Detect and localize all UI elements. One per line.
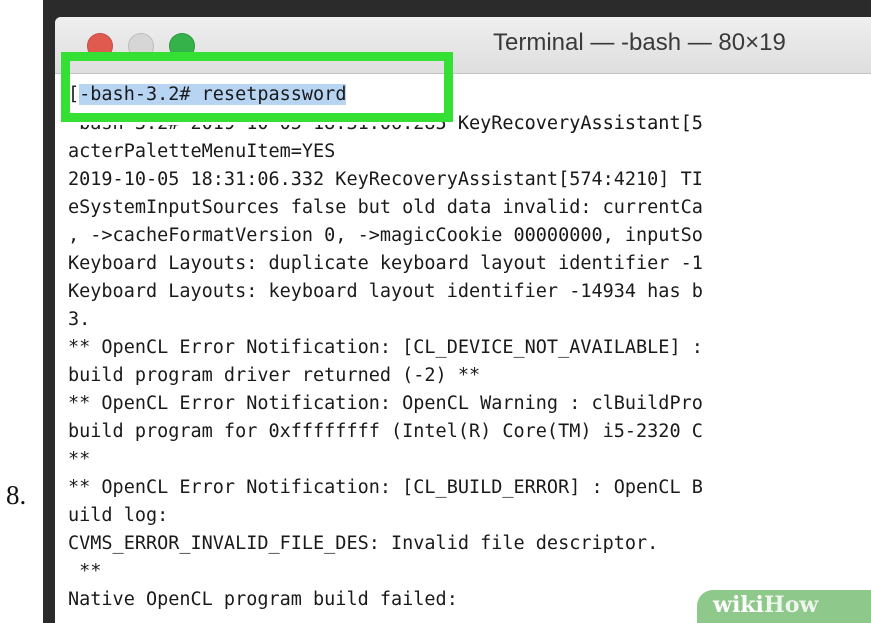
- watermark-part-1: wiki: [713, 592, 764, 618]
- terminal-line: **: [68, 561, 102, 582]
- terminal-line: uild log:: [68, 505, 169, 526]
- terminal-line: ** OpenCL Error Notification: [CL_DEVICE…: [68, 337, 703, 358]
- selected-command[interactable]: -bash-3.2# resetpassword: [79, 84, 347, 105]
- terminal-output[interactable]: [-bash-3.2# resetpassword -bash-3.2# 201…: [55, 74, 871, 623]
- terminal-line: acterPaletteMenuItem=YES: [68, 141, 336, 162]
- terminal-line: 2019-10-05 18:31:06.332 KeyRecoveryAssis…: [68, 169, 703, 190]
- terminal-line: Native OpenCL program build failed:: [68, 589, 458, 610]
- close-button[interactable]: [87, 33, 113, 59]
- terminal-line: Keyboard Layouts: duplicate keyboard lay…: [68, 253, 703, 274]
- window-title: Terminal — -bash — 80×19: [493, 29, 786, 56]
- terminal-line: build program for 0xffffffff (Intel(R) C…: [68, 421, 703, 442]
- page: 8. Terminal — -bash — 80×19 [-bash-3.2# …: [0, 0, 871, 623]
- terminal-line: 3.: [68, 309, 91, 330]
- title-bar[interactable]: Terminal — -bash — 80×19: [55, 17, 871, 74]
- terminal-line: eSystemInputSources false but old data i…: [68, 197, 703, 218]
- terminal-window: Terminal — -bash — 80×19 [-bash-3.2# res…: [55, 17, 871, 623]
- terminal-line: Keyboard Layouts: keyboard layout identi…: [68, 281, 703, 302]
- watermark-part-2: How: [763, 592, 819, 618]
- step-number: 8.: [6, 480, 27, 510]
- terminal-line: build program driver returned (-2) **: [68, 365, 481, 386]
- wikihow-watermark: wikiHow: [697, 590, 871, 623]
- terminal-line: CVMS_ERROR_INVALID_FILE_DES: Invalid fil…: [68, 533, 659, 554]
- minimize-button[interactable]: [128, 33, 154, 59]
- command-line[interactable]: [-bash-3.2# resetpassword: [68, 84, 347, 106]
- terminal-line: ** OpenCL Error Notification: OpenCL War…: [68, 393, 703, 414]
- prompt-bracket: [: [68, 84, 80, 105]
- terminal-line: , ->cacheFormatVersion 0, ->magicCookie …: [68, 225, 703, 246]
- terminal-line: **: [68, 449, 91, 470]
- watermark-text: wikiHow: [713, 592, 818, 618]
- terminal-line: ** OpenCL Error Notification: [CL_BUILD_…: [68, 477, 703, 498]
- zoom-button[interactable]: [169, 33, 195, 59]
